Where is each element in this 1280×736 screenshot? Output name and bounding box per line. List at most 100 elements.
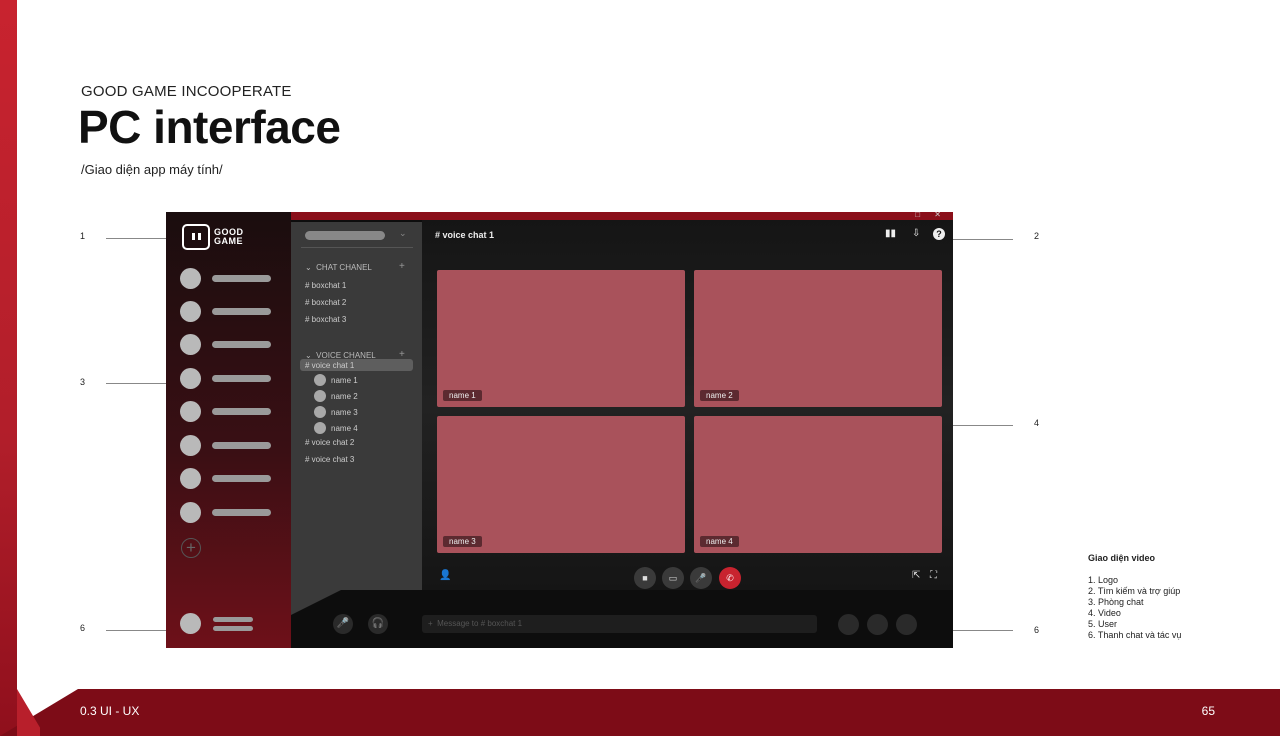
plus-icon[interactable]: + (428, 619, 433, 628)
legend-title: Giao diện video (1088, 553, 1156, 563)
member-name: name 3 (331, 407, 358, 417)
server-item[interactable] (180, 368, 271, 389)
voice-member[interactable]: name 4 (314, 422, 358, 434)
server-item[interactable] (180, 301, 271, 322)
add-chat-channel-button[interactable]: + (399, 261, 405, 272)
chat-channel-item[interactable]: # boxchat 3 (305, 315, 346, 324)
screen-share-button[interactable]: ▭ (662, 567, 684, 589)
footer-section-label: 0.3 UI - UX (80, 704, 140, 718)
server-rail: GOOD GAME + (166, 212, 291, 648)
layout-icon[interactable]: ▮▮ (885, 228, 896, 239)
app-window: GOOD GAME + □ ✕ ⌄ ⌄ CHAT CHANEL + # boxc… (166, 212, 953, 648)
channel-sidebar: ⌄ ⌄ CHAT CHANEL + # boxchat 1 # boxchat … (291, 222, 422, 615)
server-item[interactable] (180, 334, 271, 355)
add-server-button[interactable]: + (181, 538, 201, 558)
server-avatar (180, 468, 201, 489)
server-avatar (180, 502, 201, 523)
legend-item: 2. Tìm kiếm và trợ giúp (1088, 586, 1181, 596)
side-accent-stripe (0, 0, 17, 736)
server-item[interactable] (180, 435, 271, 456)
chevron-down-icon[interactable]: ⌄ (399, 228, 407, 239)
video-tile[interactable]: name 1 (437, 270, 685, 407)
action-button[interactable] (867, 614, 888, 635)
title-bar: □ ✕ (291, 212, 953, 220)
server-avatar (180, 368, 201, 389)
server-name-placeholder (212, 509, 271, 516)
annotation-number: 1 (80, 231, 86, 241)
voice-member[interactable]: name 3 (314, 406, 358, 418)
server-item[interactable] (180, 268, 271, 289)
window-controls[interactable]: □ ✕ (915, 212, 947, 219)
voice-member[interactable]: name 1 (314, 374, 358, 386)
member-avatar (314, 374, 326, 386)
eyebrow-heading: GOOD GAME INCOOPERATE (81, 83, 292, 100)
video-tile[interactable]: name 2 (694, 270, 942, 407)
user-name-placeholder (213, 617, 253, 622)
action-button[interactable] (896, 614, 917, 635)
annotation-number: 4 (1034, 418, 1040, 428)
popout-icon[interactable]: ⇱ (912, 570, 920, 581)
server-avatar (180, 334, 201, 355)
video-tile[interactable]: name 3 (437, 416, 685, 553)
fullscreen-icon[interactable]: ⛶ (930, 570, 937, 581)
voice-channel-item[interactable]: # voice chat 3 (305, 455, 354, 464)
member-avatar (314, 422, 326, 434)
help-icon[interactable]: ? (933, 228, 945, 240)
legend-item: 3. Phòng chat (1088, 597, 1144, 607)
annotation-number: 3 (80, 377, 86, 387)
server-item[interactable] (180, 401, 271, 422)
annotation-number: 6 (80, 623, 86, 633)
headset-button[interactable]: 🎧 (368, 614, 388, 634)
server-name-placeholder (212, 475, 271, 482)
tile-name-label: name 3 (443, 536, 482, 547)
divider (301, 247, 413, 248)
legend: Giao diện video 1. Logo 2. Tìm kiếm và t… (1088, 553, 1181, 641)
user-avatar[interactable] (180, 613, 201, 634)
chat-channel-item[interactable]: # boxchat 2 (305, 298, 346, 307)
legend-item: 1. Logo (1088, 575, 1119, 585)
server-avatar (180, 435, 201, 456)
server-name-placeholder (212, 375, 271, 382)
server-name-placeholder (212, 308, 271, 315)
video-area: # voice chat 1 ▮▮ ⇩ ? name 1 name 2 name… (422, 220, 953, 590)
footer-bar (0, 689, 1280, 736)
page-title: PC interface (78, 101, 341, 153)
user-status-placeholder (213, 626, 253, 631)
server-avatar (180, 401, 201, 422)
add-user-icon[interactable]: 👤 (439, 570, 451, 581)
page-number: 65 (1201, 704, 1215, 718)
tile-name-label: name 1 (443, 390, 482, 401)
message-input[interactable]: + Message to # boxchat 1 (422, 615, 817, 633)
action-button[interactable] (838, 614, 859, 635)
hangup-button[interactable]: ✆ (719, 567, 741, 589)
chevron-down-icon: ⌄ (305, 263, 312, 272)
server-name-placeholder (212, 341, 271, 348)
logo-text-line: GAME (214, 236, 243, 246)
server-avatar (180, 301, 201, 322)
server-item[interactable] (180, 502, 271, 523)
section-chat-channel[interactable]: ⌄ CHAT CHANEL (305, 263, 372, 272)
mic-button[interactable]: 🎤 (690, 567, 712, 589)
voice-member[interactable]: name 2 (314, 390, 358, 402)
bottom-mic-button[interactable]: 🎤 (333, 614, 353, 634)
voice-channel-item[interactable]: # voice chat 2 (305, 438, 354, 447)
member-name: name 4 (331, 423, 358, 433)
server-item[interactable] (180, 468, 271, 489)
app-logo[interactable]: GOOD GAME (182, 224, 244, 250)
server-search-bar[interactable] (305, 231, 385, 240)
video-tile[interactable]: name 4 (694, 416, 942, 553)
legend-item: 5. User (1088, 619, 1118, 629)
inbox-icon[interactable]: ⇩ (912, 228, 920, 239)
server-name-placeholder (212, 275, 271, 282)
camera-button[interactable]: ■ (634, 567, 656, 589)
voice-channel-item[interactable]: # voice chat 1 (305, 361, 354, 370)
annotation-number: 6 (1034, 625, 1040, 635)
page-subtitle: /Giao diện app máy tính/ (81, 162, 223, 177)
member-avatar (314, 406, 326, 418)
channel-title: # voice chat 1 (435, 230, 495, 240)
server-name-placeholder (212, 442, 271, 449)
server-avatar (180, 268, 201, 289)
member-name: name 1 (331, 375, 358, 385)
chat-channel-item[interactable]: # boxchat 1 (305, 281, 346, 290)
annotation-line (945, 239, 1013, 240)
